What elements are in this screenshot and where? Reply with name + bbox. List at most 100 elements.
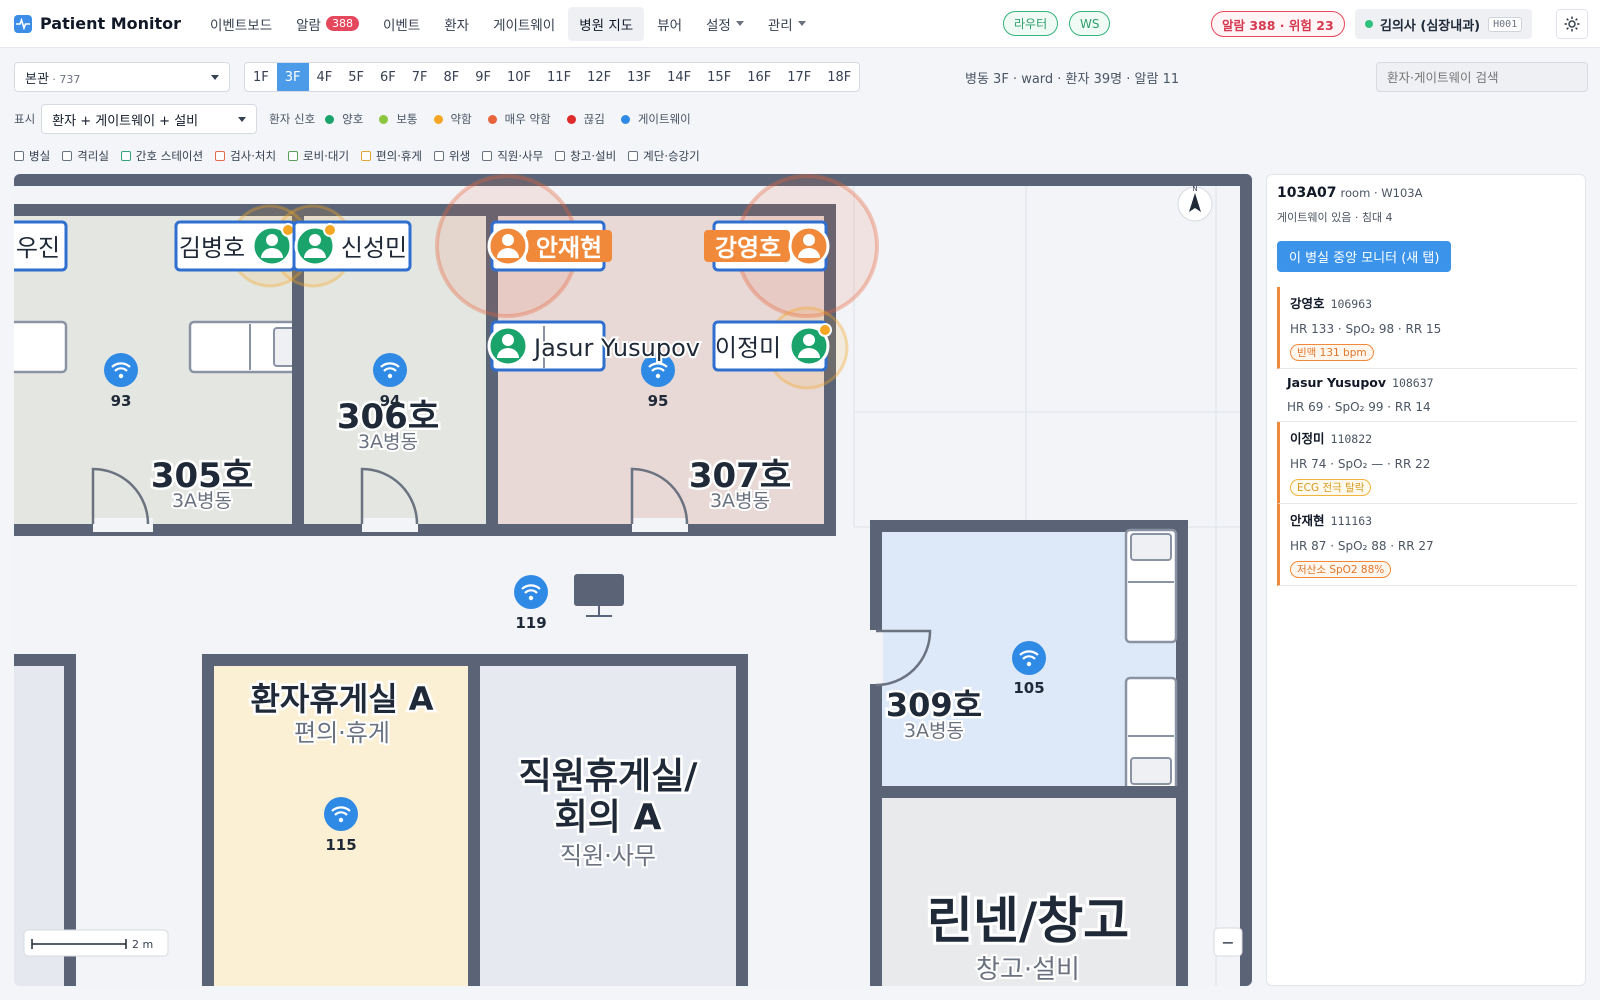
nav-patients[interactable]: 환자 [433,7,480,41]
gateway-label: 119 [515,614,546,632]
patient-card[interactable]: 강영호 106963 HR 133 · SpO₂ 98 · RR 15 빈맥 13… [1277,287,1577,369]
patient-card[interactable]: 이정미 110822 HR 74 · SpO₂ — · RR 22 ECG 전극 … [1277,422,1577,504]
patient-lee-jeongmi[interactable]: 이정미 [712,320,832,372]
alert-tag: 빈맥 131 bpm [1290,344,1374,361]
floor-tab[interactable]: 8F [436,63,468,91]
patient-vitals: HR 87 · SpO₂ 88 · RR 27 [1290,539,1434,553]
top-bar: Patient Monitor 이벤트보드 알람 388 이벤트 환자 게이트웨이… [0,0,1600,48]
room-staff-lounge[interactable]: 직원휴게실/ 회의 A 직원·사무 [468,654,748,986]
checkbox-icon[interactable] [434,151,445,161]
nav-viewer[interactable]: 뷰어 [646,7,693,41]
checkbox-icon[interactable] [62,151,73,161]
floor-tab[interactable]: 18F [819,63,859,91]
nav-events[interactable]: 이벤트 [372,7,431,41]
building-select-value: 본관 · 737 [25,71,81,87]
patient-kim-byeongho[interactable]: 김병호 [174,220,296,272]
nav-gateways[interactable]: 게이트웨이 [482,7,566,41]
gateway-105[interactable]: 105 [1012,641,1046,697]
patient-vitals: HR 133 · SpO₂ 98 · RR 15 [1290,322,1442,336]
room-ward: 3A병동 [904,720,964,742]
legend-label: 양호 [342,112,364,126]
floor-tab[interactable]: 6F [372,63,404,91]
floor-tab[interactable]: 15F [699,63,739,91]
filter-checkbox[interactable]: 격리실 [62,148,109,164]
building-select[interactable]: 본관 · 737 [14,62,230,92]
nav-admin[interactable]: 관리 [757,7,817,41]
filter-label: 창고·설비 [570,149,617,163]
building-count: 737 [59,72,81,86]
filter-checkbox[interactable]: 간호 스테이션 [120,148,203,164]
filter-checkbox[interactable]: 검사·처치 [215,148,276,164]
nav-settings[interactable]: 설정 [695,7,755,41]
checkbox-icon[interactable] [482,151,493,161]
floor-tab[interactable]: 13F [619,63,659,91]
gateway-119[interactable]: 119 [514,575,548,632]
room-type: 직원·사무 [560,842,656,870]
zoom-out-button[interactable]: − [1213,927,1243,957]
patient-kang-yeongho[interactable]: 강영호 [704,220,830,272]
nav-event-board[interactable]: 이벤트보드 [199,7,283,41]
floor-map-canvas[interactable]: 305호 3A병동 306호 3A병동 307호 3A병동 309호 3A병동 … [14,174,1252,986]
checkbox-icon[interactable] [555,151,566,161]
floor-tab[interactable]: 12F [579,63,619,91]
filter-checkbox[interactable]: 계단·승강기 [628,148,700,164]
checkbox-icon[interactable] [628,151,639,161]
filter-checkbox[interactable]: 위생 [434,148,470,164]
floor-tab[interactable]: 4F [309,63,341,91]
signal-status-dot [281,223,295,237]
room-linen-storage[interactable]: 린넨/창고 창고·설비 [870,786,1188,986]
patient-ahn-jaehyeon[interactable]: 안재현 [487,220,612,272]
patient-woojin[interactable]: 우진 [14,220,68,272]
floor-tab[interactable]: 9F [467,63,499,91]
legend-dot [325,114,335,124]
app-brand[interactable]: Patient Monitor [14,14,181,33]
floor-tab[interactable]: 5F [340,63,372,91]
floor-tab[interactable]: 14F [659,63,699,91]
filter-checkbox[interactable]: 로비·대기 [288,148,349,164]
filter-checkbox[interactable]: 병실 [14,148,50,164]
checkbox-icon[interactable] [288,151,299,161]
legend-dot [433,114,443,124]
user-menu[interactable]: 김의사 (심장내과) H001 [1355,9,1532,39]
legend-dot [379,114,389,124]
filter-checkbox[interactable]: 편의·휴게 [361,148,422,164]
floor-tab[interactable]: 7F [404,63,436,91]
floor-tab[interactable]: 11F [539,63,579,91]
checkbox-icon[interactable] [14,151,24,161]
nav-label: 알람 [296,17,321,34]
router-status-pill[interactable]: 라우터 [1003,11,1059,36]
nav-label: 병원 지도 [579,17,634,34]
floor-tabs: 1F 3F 4F 5F 6F 7F 8F 9F 10F 11F 12F 13F 14F 15F 16F 17F… [244,62,861,92]
alert-summary-pill[interactable]: 알람 388 · 위험 23 [1211,11,1345,37]
filter-checkbox[interactable]: 직원·사무 [482,148,543,164]
gateway-label: 95 [648,392,669,410]
nav-hospital-map[interactable]: 병원 지도 [568,6,645,41]
nav-alarms[interactable]: 알람 388 [285,7,370,41]
patient-card[interactable]: Jasur Yusupov 108637 HR 69 · SpO₂ 99 · RR… [1277,369,1577,422]
legend-dot [487,114,497,124]
floor-tab[interactable]: 17F [779,63,819,91]
checkbox-icon[interactable] [120,151,131,161]
compass-north-label: N [1192,185,1197,193]
wifi-icon [104,353,138,387]
checkbox-icon[interactable] [215,151,226,161]
gateway-115[interactable]: 115 [324,797,358,854]
search-input[interactable] [1376,62,1588,92]
ws-status-pill[interactable]: WS [1069,11,1111,36]
room-subtitle: 게이트웨이 있음 · 침대 4 [1277,211,1393,224]
theme-toggle-button[interactable] [1556,9,1588,39]
floor-map[interactable]: 305호 3A병동 306호 3A병동 307호 3A병동 309호 3A병동 … [14,174,1252,986]
floor-tab[interactable]: 16F [739,63,779,91]
filter-checkbox[interactable]: 창고·설비 [555,148,616,164]
floor-tab[interactable]: 3F [276,63,309,91]
patient-shin-seongmin[interactable]: 신성민 [292,220,412,272]
open-central-monitor-button[interactable]: 이 병실 중앙 모니터 (새 탭) [1277,241,1452,272]
patient-card[interactable]: 안재현 111163 HR 87 · SpO₂ 88 · RR 27 저산소 Sp… [1277,504,1577,586]
display-select[interactable]: 환자 + 게이트웨이 + 설비 [41,104,258,134]
patient-name: 이정미 [715,334,781,362]
checkbox-icon[interactable] [361,151,372,161]
outer-wall [14,174,1252,186]
legend-title: 환자 신호 [269,112,316,126]
floor-tab[interactable]: 1F [245,63,277,91]
floor-tab[interactable]: 10F [499,63,539,91]
